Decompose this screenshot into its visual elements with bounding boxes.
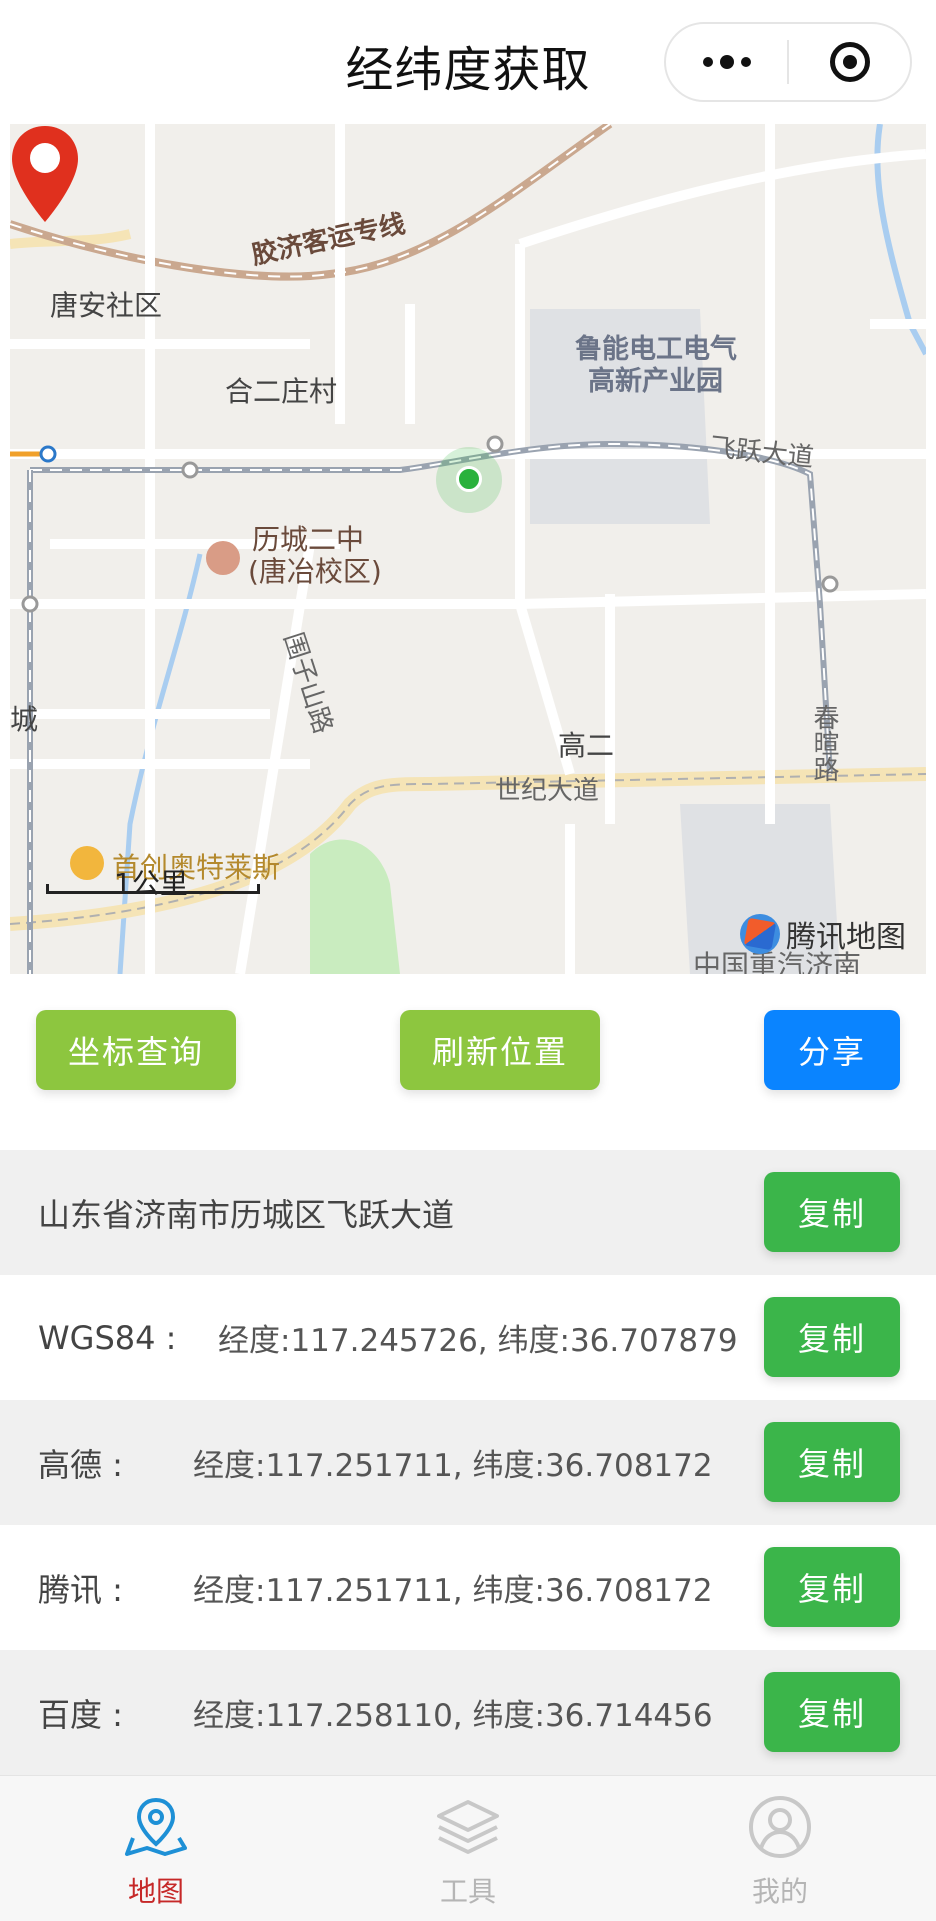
nav-header: 经纬度获取 xyxy=(0,0,936,124)
coordinate-query-button[interactable]: 坐标查询 xyxy=(36,1010,236,1090)
copy-address-button[interactable]: 复制 xyxy=(764,1172,900,1252)
tab-map[interactable]: 地图 xyxy=(0,1776,312,1921)
map-label-school2: (唐冶校区) xyxy=(248,555,382,588)
bottom-tabbar: 地图 工具 我的 xyxy=(0,1775,936,1921)
more-button[interactable] xyxy=(666,24,787,100)
user-icon xyxy=(749,1796,811,1858)
tencent-label: 腾讯 : xyxy=(38,1570,123,1609)
wgs84-row: WGS84 : 经度:117.245726, 纬度:36.707879 复制 xyxy=(0,1275,936,1400)
baidu-label: 百度 : xyxy=(38,1695,123,1734)
more-dots-icon xyxy=(702,55,751,69)
coordinate-list: 山东省济南市历城区飞跃大道 复制 WGS84 : 经度:117.245726, … xyxy=(0,1150,936,1775)
school-icon xyxy=(206,541,240,575)
address-row: 山东省济南市历城区飞跃大道 复制 xyxy=(0,1150,936,1275)
map-label-school1: 历城二中 xyxy=(252,523,365,556)
gaode-value: 经度:117.251711, 纬度:36.708172 xyxy=(193,1448,713,1484)
wgs84-label: WGS84 : xyxy=(38,1318,177,1357)
map-pin-icon xyxy=(125,1797,187,1856)
tab-tools[interactable]: 工具 xyxy=(312,1776,624,1921)
map-marker-icon[interactable] xyxy=(10,124,80,224)
map-scale-bar xyxy=(46,884,260,894)
baidu-value: 经度:117.258110, 纬度:36.714456 xyxy=(193,1698,713,1734)
map-label-cheng: 城 xyxy=(10,703,39,736)
map-label-heer: 合二庄村 xyxy=(225,375,338,408)
current-location-icon xyxy=(456,466,482,492)
map-label-tangan: 唐安社区 xyxy=(50,289,163,322)
copy-wgs84-button[interactable]: 复制 xyxy=(764,1297,900,1377)
mini-program-capsule xyxy=(664,22,912,102)
tab-map-label: 地图 xyxy=(127,1875,184,1908)
baidu-row: 百度 : 经度:117.258110, 纬度:36.714456 复制 xyxy=(0,1650,936,1775)
close-button[interactable] xyxy=(789,24,910,100)
tab-mine-label: 我的 xyxy=(751,1875,808,1908)
action-bar: 坐标查询 刷新位置 分享 xyxy=(0,974,936,1150)
gaode-label: 高德 : xyxy=(38,1445,123,1484)
copy-tencent-button[interactable]: 复制 xyxy=(764,1547,900,1627)
refresh-location-button[interactable]: 刷新位置 xyxy=(400,1010,600,1090)
map-label-park2: 高新产业园 xyxy=(588,366,723,397)
address-text: 山东省济南市历城区飞跃大道 xyxy=(38,1195,455,1234)
share-button[interactable]: 分享 xyxy=(764,1010,900,1090)
copy-baidu-button[interactable]: 复制 xyxy=(764,1672,900,1752)
gaode-row: 高德 : 经度:117.251711, 纬度:36.708172 复制 xyxy=(0,1400,936,1525)
map-provider-logo: 腾讯地图 xyxy=(740,912,906,956)
map-label-shiji: 世纪大道 xyxy=(495,776,600,806)
map-label-gaoer: 高二 xyxy=(558,729,615,762)
layers-icon xyxy=(437,1800,499,1854)
copy-gaode-button[interactable]: 复制 xyxy=(764,1422,900,1502)
wgs84-value: 经度:117.245726, 纬度:36.707879 xyxy=(218,1323,738,1359)
tencent-row: 腾讯 : 经度:117.251711, 纬度:36.708172 复制 xyxy=(0,1525,936,1650)
map-provider-name: 腾讯地图 xyxy=(786,920,906,955)
map-scale-text: 1公里 xyxy=(114,867,188,900)
map-label-park1: 鲁能电工电气 xyxy=(575,334,737,365)
tab-mine[interactable]: 我的 xyxy=(624,1776,936,1921)
tab-tools-label: 工具 xyxy=(439,1875,496,1908)
map-view[interactable]: 胶济客运专线 唐安社区 合二庄村 鲁能电工电气 高新产业园 飞跃大道 历城二中 … xyxy=(10,124,926,974)
tencent-value: 经度:117.251711, 纬度:36.708172 xyxy=(193,1573,713,1609)
close-target-icon xyxy=(829,42,870,82)
tencent-map-icon xyxy=(740,914,780,954)
map-label-chunxuan: 春暄路 xyxy=(809,704,839,782)
shop-icon xyxy=(70,846,104,880)
